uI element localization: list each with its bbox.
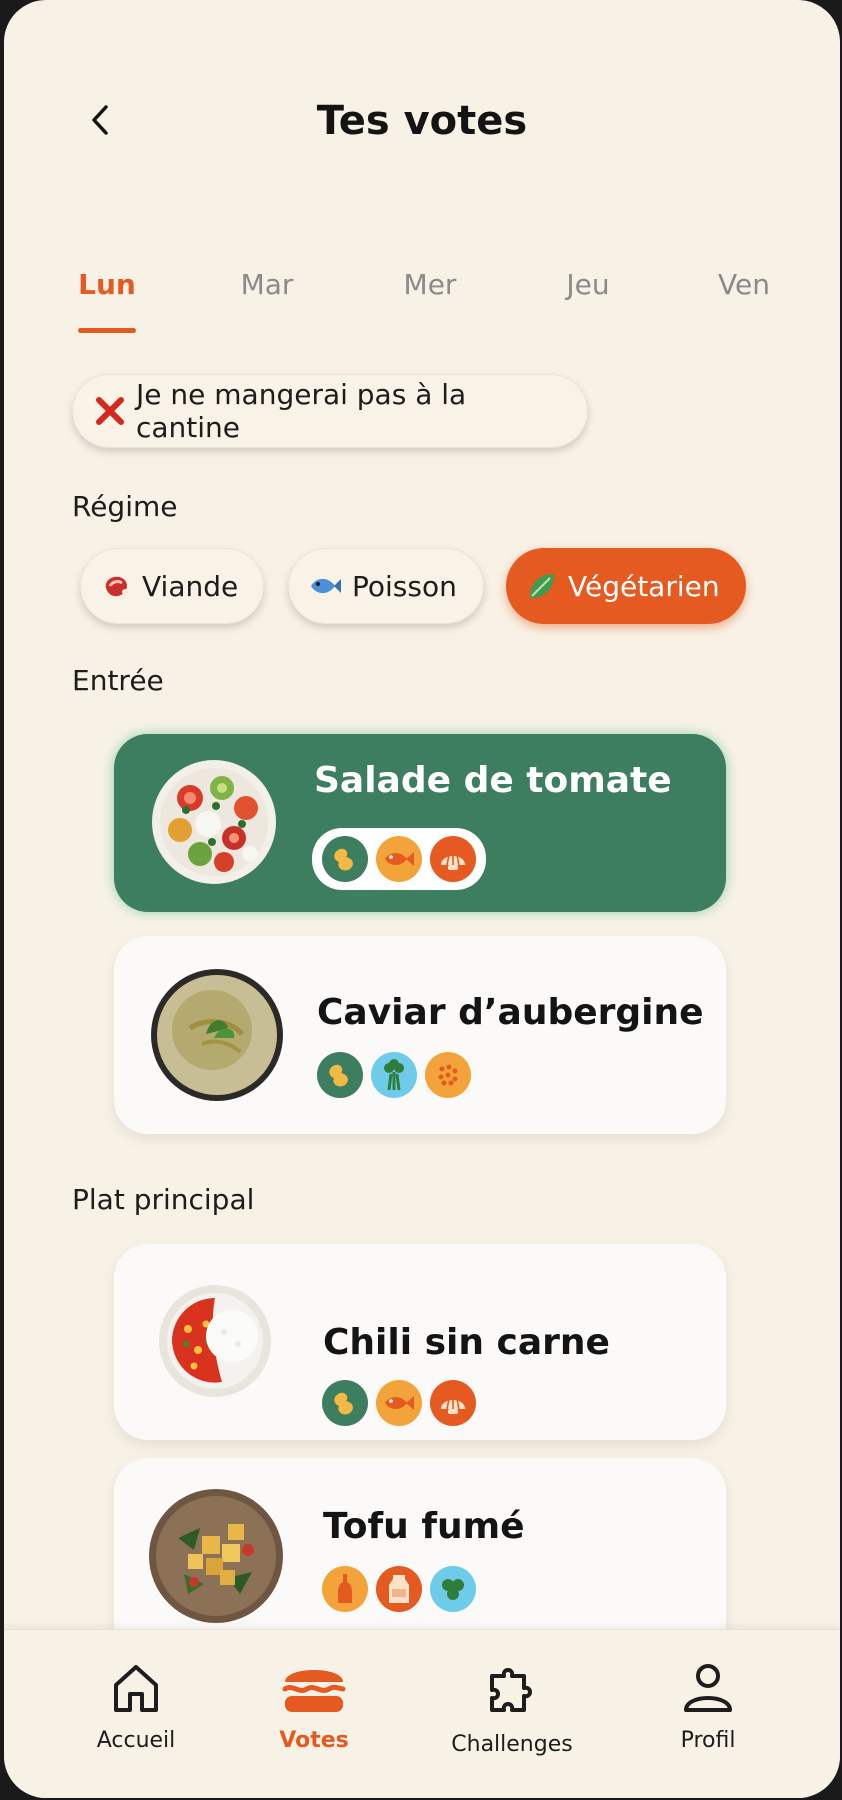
skip-canteen-button[interactable]: Je ne mangerai pas à la cantine: [72, 374, 588, 448]
plat-principal-heading: Plat principal: [72, 1183, 255, 1216]
nav-label: Challenges: [451, 1732, 573, 1757]
dish-card-caviar-daubergine[interactable]: Caviar d’aubergine: [114, 936, 726, 1134]
home-icon: [114, 1665, 158, 1712]
regime-option-label: Viande: [142, 569, 239, 603]
day-tabs: Lun Mar Mer Jeu Ven: [4, 268, 840, 338]
dish-photo: [148, 1488, 284, 1624]
red-cross-icon: [94, 395, 126, 427]
regime-option-label: Végétarien: [568, 569, 720, 603]
nav-label: Accueil: [96, 1728, 176, 1753]
nav-profil[interactable]: Profil: [628, 1660, 788, 1753]
burger-icon: [282, 1670, 346, 1712]
allergen-badges: [322, 1380, 476, 1426]
nav-challenges[interactable]: Challenges: [432, 1660, 592, 1757]
fish-icon: [376, 836, 422, 882]
allergen-badges: [317, 1052, 471, 1098]
skip-canteen-label: Je ne mangerai pas à la cantine: [136, 378, 467, 444]
user-icon: [684, 1664, 732, 1712]
app-screen: Tes votes Lun Mar Mer Jeu Ven Je ne mang…: [4, 0, 840, 1798]
dish-photo: [150, 968, 284, 1102]
regime-option-vegetarien[interactable]: Végétarien: [506, 548, 746, 624]
allergen-badges: [312, 828, 486, 890]
dish-card-salade-de-tomate[interactable]: Salade de tomate: [114, 734, 726, 912]
leaf-icon: [526, 570, 558, 602]
milk-icon: [376, 1566, 422, 1612]
soy-icon: [430, 1566, 476, 1612]
tab-mer[interactable]: Mer: [404, 268, 457, 301]
regime-option-viande[interactable]: Viande: [80, 548, 264, 624]
bottom-navigation: Accueil Votes Challenges Profil: [4, 1629, 840, 1798]
peanut-icon: [322, 836, 368, 882]
tab-lun[interactable]: Lun: [78, 268, 136, 301]
celery-icon: [371, 1052, 417, 1098]
regime-option-label: Poisson: [352, 569, 457, 603]
page-title: Tes votes: [316, 98, 528, 144]
dish-photo: [158, 1284, 272, 1398]
tab-ven[interactable]: Ven: [718, 268, 770, 301]
dish-name: Chili sin carne: [323, 1322, 610, 1363]
nav-votes[interactable]: Votes: [234, 1660, 394, 1753]
peanut-icon: [322, 1380, 368, 1426]
regime-option-poisson[interactable]: Poisson: [288, 548, 484, 624]
nav-label: Profil: [680, 1728, 736, 1753]
active-tab-indicator: [78, 328, 136, 333]
fish-icon: [376, 1380, 422, 1426]
bottle-icon: [322, 1566, 368, 1612]
dish-name: Tofu fumé: [323, 1506, 525, 1547]
shell-icon: [430, 836, 476, 882]
dish-name: Caviar d’aubergine: [317, 992, 704, 1033]
tab-mar[interactable]: Mar: [241, 268, 294, 301]
dish-photo: [150, 758, 278, 886]
tab-jeu[interactable]: Jeu: [566, 268, 609, 301]
regime-heading: Régime: [72, 490, 178, 523]
allergen-badges: [322, 1566, 476, 1612]
sesame-icon: [425, 1052, 471, 1098]
entree-heading: Entrée: [72, 664, 164, 697]
dish-card-chili-sin-carne[interactable]: Chili sin carne: [114, 1244, 726, 1440]
nav-label: Votes: [279, 1728, 349, 1753]
meat-icon: [100, 570, 132, 602]
dish-name: Salade de tomate: [314, 760, 672, 801]
shell-icon: [430, 1380, 476, 1426]
fish-icon: [308, 572, 342, 600]
nav-accueil[interactable]: Accueil: [56, 1660, 216, 1753]
puzzle-icon: [490, 1668, 532, 1712]
peanut-icon: [317, 1052, 363, 1098]
